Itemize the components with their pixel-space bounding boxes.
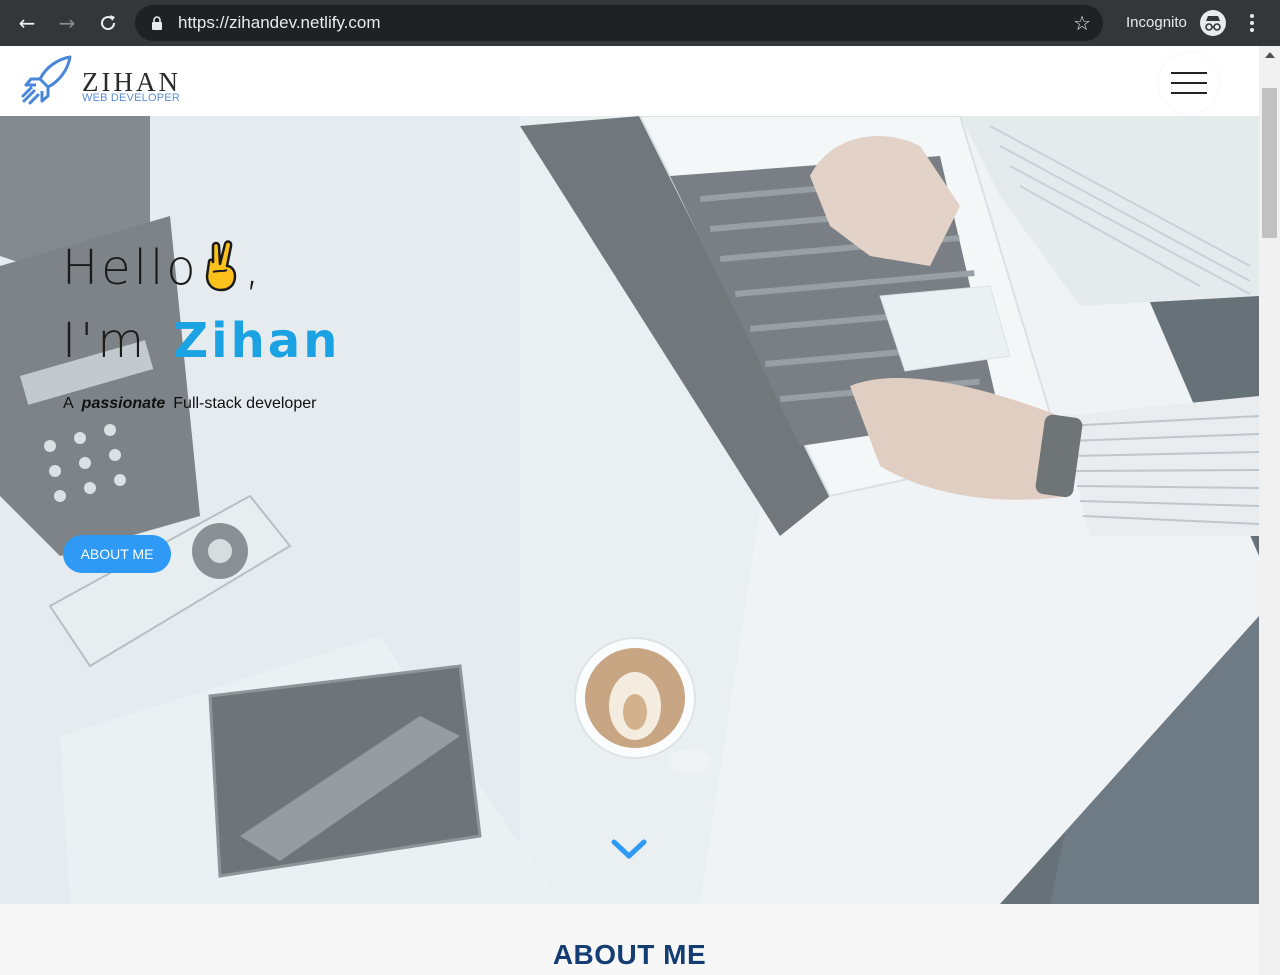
logo-subtitle: WEB DEVELOPER xyxy=(82,92,180,104)
menu-dots-icon[interactable] xyxy=(1243,9,1261,37)
about-me-button[interactable]: ABOUT ME xyxy=(63,535,171,573)
back-icon[interactable]: ← xyxy=(15,11,39,35)
forward-icon[interactable]: → xyxy=(55,11,79,35)
about-section-title: ABOUT ME xyxy=(552,939,707,970)
peace-hand-emoji xyxy=(201,240,245,292)
scrollbar-thumb[interactable] xyxy=(1262,88,1277,238)
logo[interactable]: ZIHAN WEB DEVELOPER xyxy=(20,55,190,107)
rocket-logo-icon xyxy=(21,55,72,105)
lock-icon xyxy=(152,16,162,30)
hero-section: Hello , I'm Zihan Apassionate Full-stack … xyxy=(0,116,1259,904)
page-scrollbar[interactable] xyxy=(1259,46,1280,975)
hero-tagline: Apassionate Full-stack developer xyxy=(63,395,316,413)
hello-text: Hello xyxy=(62,240,199,296)
hamburger-icon[interactable] xyxy=(1159,53,1219,113)
hello-comma: , xyxy=(244,240,263,296)
browser-toolbar: ← → https://zihandev.netlify.com ☆ Incog… xyxy=(0,0,1280,46)
scroll-up-icon[interactable] xyxy=(1265,52,1275,58)
tagline-a: A xyxy=(63,395,74,412)
page-viewport: ZIHAN WEB DEVELOPER Hello , I'm Zihan A … xyxy=(0,46,1259,975)
chevron-down-icon[interactable] xyxy=(610,836,648,862)
incognito-label: Incognito xyxy=(1126,14,1187,31)
star-icon[interactable]: ☆ xyxy=(1073,11,1091,35)
hero-name: Zihan xyxy=(173,313,341,369)
reload-icon[interactable] xyxy=(96,11,120,35)
site-header: ZIHAN WEB DEVELOPER xyxy=(0,46,1259,116)
hero-intro: I'm Zihan xyxy=(62,313,340,369)
incognito-icon[interactable] xyxy=(1200,10,1226,36)
tagline-passionate: passionate xyxy=(81,395,166,412)
tagline-rest: Full-stack developer xyxy=(173,395,317,412)
url-text: https://zihandev.netlify.com xyxy=(178,13,381,32)
im-text: I'm xyxy=(62,313,149,369)
hero-hello: Hello , xyxy=(62,240,263,296)
address-bar[interactable]: https://zihandev.netlify.com ☆ xyxy=(135,5,1103,41)
hero-overlay xyxy=(0,116,1259,904)
